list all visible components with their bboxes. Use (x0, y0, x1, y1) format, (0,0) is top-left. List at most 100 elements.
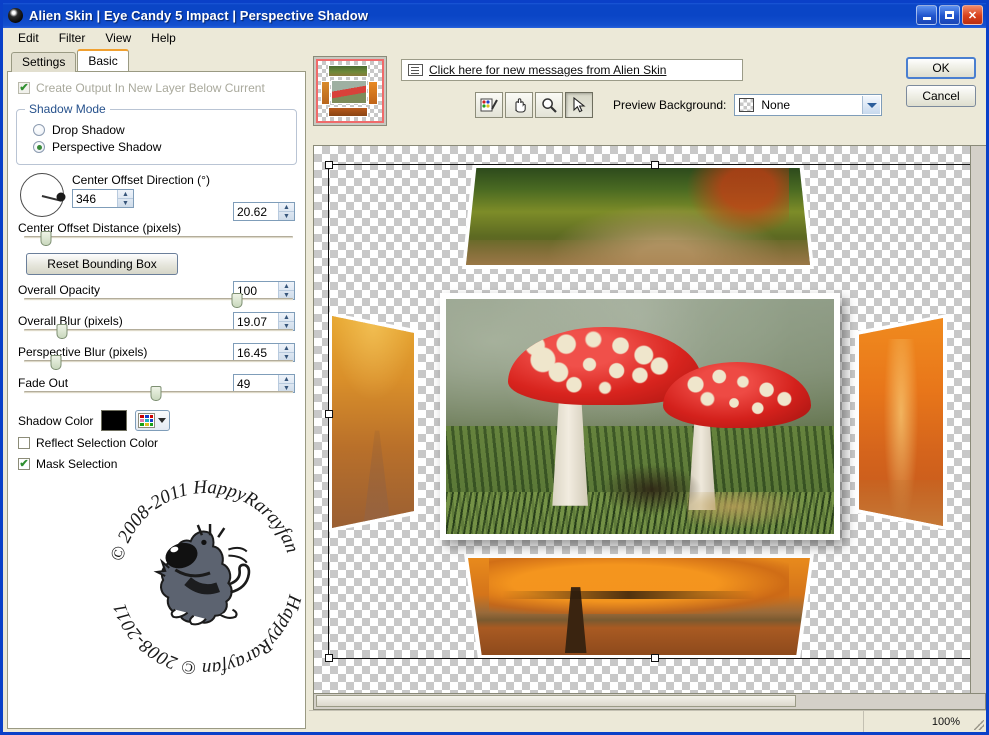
maximize-button[interactable] (939, 5, 960, 25)
radio-perspective-shadow[interactable]: Perspective Shadow (33, 140, 288, 154)
canvas-horizontal-scrollbar[interactable] (313, 694, 986, 710)
slider-thumb[interactable] (231, 293, 242, 308)
center-offset-direction-input[interactable] (73, 190, 117, 207)
close-button[interactable]: ✕ (962, 5, 983, 25)
perspective-blur-input[interactable] (234, 344, 278, 361)
mask-selection-row[interactable]: ✔ Mask Selection (18, 457, 299, 471)
create-output-label: Create Output In New Layer Below Current (36, 81, 265, 95)
tab-basic[interactable]: Basic (77, 49, 129, 71)
slider-thumb[interactable] (50, 355, 62, 370)
dropdown-arrow-button[interactable] (862, 96, 881, 114)
cancel-button[interactable]: Cancel (906, 85, 976, 107)
photo-top[interactable] (462, 164, 814, 269)
zoom-level: 100% (931, 715, 960, 728)
spinner-arrows[interactable]: ▲ ▼ (117, 190, 133, 207)
status-message (309, 711, 864, 732)
center-offset-distance-input[interactable] (234, 203, 278, 220)
preview-background-select[interactable]: None (734, 94, 883, 116)
angle-dial-icon[interactable] (20, 173, 66, 217)
slider-label: Center Offset Distance (pixels) (18, 221, 182, 235)
window-title: Alien Skin | Eye Candy 5 Impact | Perspe… (29, 8, 369, 23)
zoom-tool-button[interactable] (535, 92, 563, 118)
news-message-bar[interactable]: Click here for new messages from Alien S… (401, 59, 743, 81)
slider-overall-blur: Overall Blur (pixels) ▲▼ (16, 312, 297, 342)
reflect-selection-checkbox[interactable] (18, 437, 30, 449)
ok-button[interactable]: OK (906, 57, 976, 79)
shadow-mode-group: Shadow Mode Drop Shadow Perspective Shad… (16, 102, 297, 165)
overall-blur-input[interactable] (234, 313, 278, 330)
mask-selection-checkbox[interactable]: ✔ (18, 458, 30, 470)
menu-help[interactable]: Help (142, 29, 185, 47)
canvas-vertical-scrollbar[interactable] (970, 146, 986, 693)
arrow-cursor-icon (572, 97, 586, 113)
scrollbar-thumb[interactable] (316, 695, 796, 707)
preview-area: Click here for new messages from Alien S… (309, 49, 986, 732)
center-offset-direction-label: Center Offset Direction (°) (72, 173, 210, 187)
photo-right[interactable] (855, 314, 947, 530)
slider-thumb[interactable] (150, 386, 162, 401)
reset-bounding-box-button[interactable]: Reset Bounding Box (26, 253, 178, 275)
perspective-shadow-radio[interactable] (33, 141, 45, 153)
spinner-up-icon: ▲ (118, 190, 133, 199)
minimize-icon (922, 16, 931, 20)
center-offset-distance-spinner[interactable]: ▲▼ (233, 202, 295, 221)
slider-center-offset-distance: Center Offset Distance (pixels) ▲▼ (16, 202, 297, 249)
title-bar: Alien Skin | Eye Candy 5 Impact | Perspe… (3, 3, 986, 28)
menu-bar: Edit Filter View Help (3, 28, 986, 49)
slider-track[interactable] (24, 293, 293, 308)
tab-settings[interactable]: Settings (11, 52, 77, 72)
mask-selection-label: Mask Selection (36, 457, 118, 471)
settings-panel: Settings Basic ✔ Create Output In New La… (3, 49, 309, 732)
eyedropper-palette-icon (480, 98, 498, 112)
preview-background-value: None (761, 98, 791, 112)
mail-icon (408, 64, 423, 76)
shadow-color-row: Shadow Color (18, 410, 299, 431)
color-palette-icon (138, 413, 156, 428)
basic-tab-content: ✔ Create Output In New Layer Below Curre… (7, 71, 306, 729)
dialog-buttons: OK Cancel (906, 57, 976, 107)
reflect-selection-row[interactable]: Reflect Selection Color (18, 436, 299, 450)
slider-track[interactable] (24, 355, 293, 370)
resize-handle-bl[interactable] (325, 654, 333, 662)
drop-shadow-label: Drop Shadow (52, 123, 125, 137)
photo-center[interactable] (440, 293, 840, 540)
slider-track[interactable] (24, 231, 293, 246)
canvas-wrapper (313, 145, 986, 710)
maximize-icon (945, 11, 954, 19)
shadow-color-swatch[interactable] (101, 410, 128, 431)
create-output-checkbox[interactable]: ✔ (18, 82, 30, 94)
color-palette-button[interactable] (135, 410, 171, 431)
select-tool-button[interactable] (565, 92, 593, 118)
preview-toolbar: Click here for new messages from Alien S… (309, 49, 986, 145)
menu-filter[interactable]: Filter (50, 29, 95, 47)
slider-track[interactable] (24, 386, 293, 401)
chevron-down-icon (866, 102, 877, 108)
shadow-mode-legend: Shadow Mode (29, 102, 106, 116)
slider-track[interactable] (24, 324, 293, 339)
pan-tool-button[interactable] (505, 92, 533, 118)
preview-canvas[interactable] (313, 145, 986, 694)
news-link[interactable]: Click here for new messages from Alien S… (429, 63, 666, 77)
menu-view[interactable]: View (96, 29, 140, 47)
slider-thumb[interactable] (56, 324, 68, 339)
photo-left[interactable] (328, 312, 418, 532)
status-bar: 100% (309, 710, 986, 732)
drop-shadow-radio[interactable] (33, 124, 45, 136)
window-controls: ✕ (916, 5, 983, 25)
resize-grip[interactable] (972, 711, 986, 732)
hand-icon (515, 97, 526, 113)
spinner-down-icon: ▼ (122, 199, 129, 207)
resize-handle-tl[interactable] (325, 161, 333, 169)
chevron-down-icon (158, 418, 167, 423)
slider-thumb[interactable] (40, 231, 52, 246)
menu-edit[interactable]: Edit (9, 29, 48, 47)
photo-bottom[interactable] (464, 554, 814, 659)
radio-drop-shadow[interactable]: Drop Shadow (33, 123, 288, 137)
fade-out-input[interactable] (234, 375, 278, 392)
create-output-row[interactable]: ✔ Create Output In New Layer Below Curre… (18, 81, 299, 95)
preview-thumbnail[interactable] (313, 56, 387, 126)
minimize-button[interactable] (916, 5, 937, 25)
shadow-color-label: Shadow Color (18, 413, 94, 428)
center-offset-direction-spinner[interactable]: ▲▼ (72, 189, 134, 208)
color-picker-tool-button[interactable] (475, 92, 503, 118)
